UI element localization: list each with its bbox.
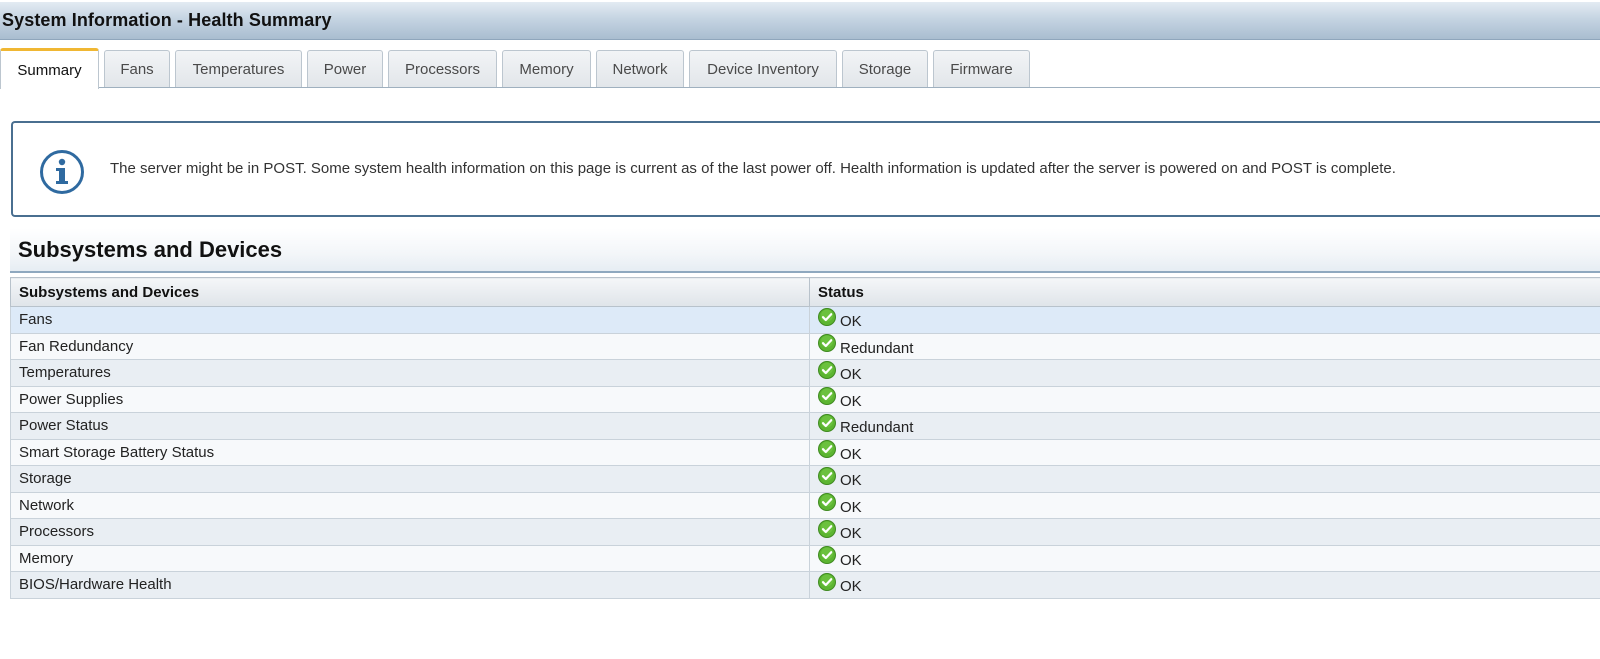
check-circle-icon (818, 413, 836, 432)
status-wrapper: OK (818, 572, 1600, 596)
status-wrapper: Redundant (818, 413, 1600, 437)
section-title: Subsystems and Devices (18, 236, 283, 262)
subsystem-name: Memory (10, 544, 810, 572)
table-row[interactable]: Smart Storage Battery Status OK (10, 438, 1600, 466)
notice-text: The server might be in POST. Some system… (110, 160, 1396, 177)
status-text: Redundant (840, 339, 914, 357)
column-header-subsystems[interactable]: Subsystems and Devices (10, 277, 810, 307)
subsystem-name: BIOS/Hardware Health (10, 571, 810, 599)
status-cell: OK (809, 465, 1600, 493)
status-wrapper: OK (818, 440, 1600, 463)
check-circle-icon (818, 519, 836, 538)
tab-fans[interactable]: Fans (104, 50, 170, 87)
status-text: OK (840, 525, 862, 543)
subsystem-name: Smart Storage Battery Status (10, 438, 810, 466)
subsystem-name: Temperatures (10, 359, 810, 387)
tab-summary[interactable]: Summary (0, 48, 99, 89)
status-wrapper: OK (818, 466, 1600, 490)
table-row[interactable]: Fan Redundancy Redundant (10, 332, 1600, 360)
status-cell: OK (809, 438, 1600, 466)
subsystem-name: Storage (10, 465, 810, 493)
tab-bar: Summary Fans Temperatures Power Processo… (0, 48, 1600, 89)
subsystem-name: Power Supplies (10, 385, 810, 413)
check-circle-icon (818, 466, 836, 485)
check-circle-icon (818, 360, 836, 379)
status-wrapper: OK (818, 546, 1600, 569)
check-circle-icon (818, 493, 836, 512)
check-circle-icon (818, 546, 836, 565)
subsystems-table: Subsystems and Devices Status Fans OK Fan … (10, 277, 1600, 599)
subsystem-name: Fan Redundancy (10, 332, 810, 360)
status-text: OK (840, 578, 862, 596)
status-text: OK (840, 551, 862, 569)
subsystem-name: Processors (10, 518, 810, 546)
page-title: System Information - Health Summary (2, 10, 332, 30)
section-header: Subsystems and Devices (10, 228, 1600, 273)
status-cell: OK (809, 306, 1600, 334)
table-row[interactable]: Network OK (10, 491, 1600, 519)
check-circle-icon (818, 440, 836, 459)
tab-memory[interactable]: Memory (502, 50, 591, 87)
tab-device-inventory[interactable]: Device Inventory (689, 50, 837, 87)
status-text: OK (840, 498, 862, 516)
tab-network[interactable]: Network (596, 50, 684, 87)
table-row[interactable]: Power Supplies OK (10, 385, 1600, 413)
status-wrapper: OK (818, 360, 1600, 384)
status-text: OK (840, 366, 862, 384)
table-row[interactable]: Power Status Redundant (10, 412, 1600, 440)
subsystem-name: Network (10, 491, 810, 519)
status-text: OK (840, 313, 862, 331)
tab-firmware[interactable]: Firmware (933, 50, 1030, 87)
subsystem-name: Fans (10, 306, 810, 334)
status-cell: OK (809, 571, 1600, 599)
column-header-status[interactable]: Status (809, 277, 1600, 307)
status-cell: OK (809, 544, 1600, 572)
table-body: Fans OK Fan Redundancy Redundant Temperature… (10, 306, 1600, 599)
tab-processors[interactable]: Processors (388, 50, 497, 87)
status-wrapper: Redundant (818, 334, 1600, 357)
status-text: OK (840, 472, 862, 490)
check-circle-icon (818, 572, 836, 591)
table-row[interactable]: Memory OK (10, 544, 1600, 572)
tab-storage[interactable]: Storage (842, 50, 928, 87)
table-row[interactable]: Fans OK (10, 306, 1600, 334)
status-text: OK (840, 445, 862, 463)
tab-power[interactable]: Power (307, 50, 383, 87)
status-cell: Redundant (809, 412, 1600, 440)
status-wrapper: OK (818, 519, 1600, 543)
status-cell: OK (809, 385, 1600, 413)
table-header-row: Subsystems and Devices Status (10, 277, 1600, 307)
status-cell: OK (809, 359, 1600, 387)
check-circle-icon (818, 307, 836, 326)
table-row[interactable]: Processors OK (10, 518, 1600, 546)
title-bar: System Information - Health Summary (0, 2, 1600, 40)
table-row[interactable]: Storage OK (10, 465, 1600, 493)
status-wrapper: OK (818, 493, 1600, 516)
check-circle-icon (818, 387, 836, 406)
status-cell: OK (809, 491, 1600, 519)
post-notice: The server might be in POST. Some system… (11, 121, 1600, 217)
status-text: OK (840, 392, 862, 410)
table-row[interactable]: Temperatures OK (10, 359, 1600, 387)
status-cell: Redundant (809, 332, 1600, 360)
status-wrapper: OK (818, 307, 1600, 331)
subsystem-name: Power Status (10, 412, 810, 440)
tab-temperatures[interactable]: Temperatures (175, 50, 302, 87)
info-icon (40, 150, 84, 194)
status-text: Redundant (840, 419, 914, 437)
status-wrapper: OK (818, 387, 1600, 410)
table-row[interactable]: BIOS/Hardware Health OK (10, 571, 1600, 599)
status-cell: OK (809, 518, 1600, 546)
check-circle-icon (818, 334, 836, 353)
